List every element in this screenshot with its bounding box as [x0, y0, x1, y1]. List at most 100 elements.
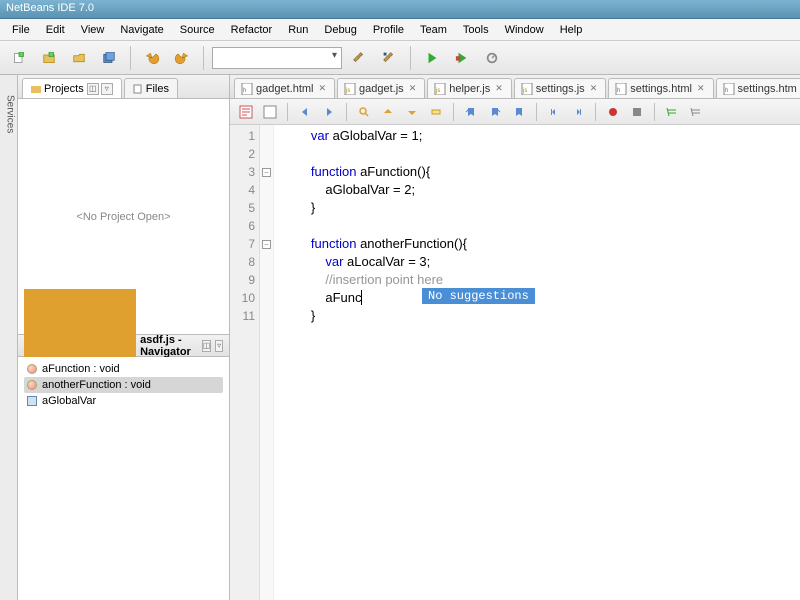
files-tab-label: Files	[146, 83, 169, 95]
macro-record-button[interactable]	[603, 102, 623, 122]
keyword: var	[325, 254, 343, 269]
main-toolbar	[0, 41, 800, 75]
menu-tools[interactable]: Tools	[455, 22, 497, 38]
debug-button[interactable]	[449, 45, 475, 71]
svg-text:js: js	[435, 88, 440, 94]
editor-tab-helper-js[interactable]: js helper.js✕	[427, 78, 512, 98]
editor-tab-gadget-html[interactable]: hgadget.html✕	[234, 78, 335, 98]
code-editor[interactable]: 1234567891011 −− var aGlobalVar = 1; fun…	[230, 125, 800, 600]
projects-close-icon[interactable]: ▿	[101, 83, 113, 95]
undo-button[interactable]	[139, 45, 165, 71]
profile-button[interactable]	[479, 45, 505, 71]
redo-button[interactable]	[169, 45, 195, 71]
clean-build-button[interactable]	[376, 45, 402, 71]
tab-close-icon[interactable]: ✕	[407, 83, 419, 94]
shift-left-button[interactable]	[544, 102, 564, 122]
menu-profile[interactable]: Profile	[365, 22, 412, 38]
navigator-item-anotherfunction[interactable]: anotherFunction : void	[24, 377, 223, 393]
uncomment-button[interactable]	[686, 102, 706, 122]
tab-close-icon[interactable]: ✕	[316, 83, 328, 94]
source-view-button[interactable]	[236, 102, 256, 122]
new-project-button[interactable]	[36, 45, 62, 71]
comment: //insertion point here	[282, 272, 443, 287]
method-icon	[27, 364, 37, 374]
tab-close-icon[interactable]: ✕	[588, 83, 600, 94]
editor-tab-bar: hgadget.html✕ jsgadget.js✕ jshelper.js✕ …	[230, 75, 800, 99]
menu-edit[interactable]: Edit	[38, 22, 73, 38]
html-file-icon: h	[723, 83, 735, 95]
navigator-item-label: anotherFunction : void	[42, 379, 151, 391]
menu-debug[interactable]: Debug	[316, 22, 364, 38]
find-selection-button[interactable]	[354, 102, 374, 122]
tab-label: settings.htm	[738, 83, 797, 95]
find-prev-button[interactable]	[378, 102, 398, 122]
tab-label: settings.html	[630, 83, 692, 95]
toggle-bookmark-button[interactable]	[509, 102, 529, 122]
menu-source[interactable]: Source	[172, 22, 223, 38]
method-icon	[27, 380, 37, 390]
tab-close-icon[interactable]: ✕	[695, 83, 707, 94]
run-button[interactable]	[419, 45, 445, 71]
menu-refactor[interactable]: Refactor	[223, 22, 281, 38]
tab-label: settings.js	[536, 83, 585, 95]
keyword: function	[311, 164, 357, 179]
fold-toggle-icon[interactable]: −	[262, 240, 271, 249]
window-titlebar: NetBeans IDE 7.0	[0, 0, 800, 19]
shift-right-button[interactable]	[568, 102, 588, 122]
navigator-minimize-icon[interactable]: ◫	[202, 340, 212, 352]
code-content[interactable]: var aGlobalVar = 1; function aFunction()…	[274, 125, 800, 600]
next-bookmark-button[interactable]	[485, 102, 505, 122]
run-config-combo[interactable]	[212, 47, 342, 69]
new-file-button[interactable]	[6, 45, 32, 71]
keyword: function	[311, 236, 357, 251]
menu-navigate[interactable]: Navigate	[112, 22, 171, 38]
fold-toggle-icon[interactable]: −	[262, 168, 271, 177]
tab-close-icon[interactable]: ✕	[493, 83, 505, 94]
toggle-highlight-button[interactable]	[426, 102, 446, 122]
comment-button[interactable]	[662, 102, 682, 122]
navigator-item-label: aGlobalVar	[42, 395, 96, 407]
menu-view[interactable]: View	[73, 22, 113, 38]
editor-tab-settings-htm[interactable]: hsettings.htm	[716, 78, 800, 98]
navigator-dropdown-icon[interactable]: ▿	[215, 340, 223, 352]
nav-back-button[interactable]	[295, 102, 315, 122]
save-all-button[interactable]	[96, 45, 122, 71]
js-file-icon: js	[344, 83, 356, 95]
field-icon	[27, 396, 37, 406]
find-next-button[interactable]	[402, 102, 422, 122]
menu-file[interactable]: File	[4, 22, 38, 38]
build-button[interactable]	[346, 45, 372, 71]
menu-team[interactable]: Team	[412, 22, 455, 38]
keyword: var	[311, 128, 329, 143]
folder-icon	[31, 84, 41, 94]
navigator-item-afunction[interactable]: aFunction : void	[24, 361, 223, 377]
svg-text:js: js	[522, 88, 527, 94]
open-button[interactable]	[66, 45, 92, 71]
services-rail-button[interactable]: Services	[2, 95, 16, 155]
svg-text:h: h	[617, 88, 620, 94]
prev-bookmark-button[interactable]	[461, 102, 481, 122]
fold-gutter: −−	[260, 125, 274, 600]
html-file-icon: h	[241, 83, 253, 95]
menu-run[interactable]: Run	[280, 22, 316, 38]
menu-window[interactable]: Window	[497, 22, 552, 38]
tab-label: gadget.js	[359, 83, 404, 95]
menu-help[interactable]: Help	[552, 22, 591, 38]
editor-tab-settings-html[interactable]: h settings.html✕	[608, 78, 713, 98]
editor-toolbar	[230, 99, 800, 125]
navigator-item-aglobalvar[interactable]: aGlobalVar	[24, 393, 223, 409]
editor-tab-settings-js[interactable]: js settings.js✕	[514, 78, 606, 98]
tab-label: helper.js	[449, 83, 490, 95]
projects-tab[interactable]: Projects ◫▿	[22, 78, 122, 98]
svg-text:js: js	[345, 88, 350, 94]
files-tab[interactable]: Files	[124, 78, 178, 98]
js-file-icon: js	[434, 83, 446, 95]
navigator-title: asdf.js - Navigator	[140, 334, 194, 358]
menu-bar: File Edit View Navigate Source Refactor …	[0, 19, 800, 41]
text-cursor	[361, 290, 362, 305]
projects-minimize-icon[interactable]: ◫	[87, 83, 99, 95]
macro-stop-button[interactable]	[627, 102, 647, 122]
editor-tab-gadget-js[interactable]: js gadget.js✕	[337, 78, 425, 98]
nav-forward-button[interactable]	[319, 102, 339, 122]
history-view-button[interactable]	[260, 102, 280, 122]
